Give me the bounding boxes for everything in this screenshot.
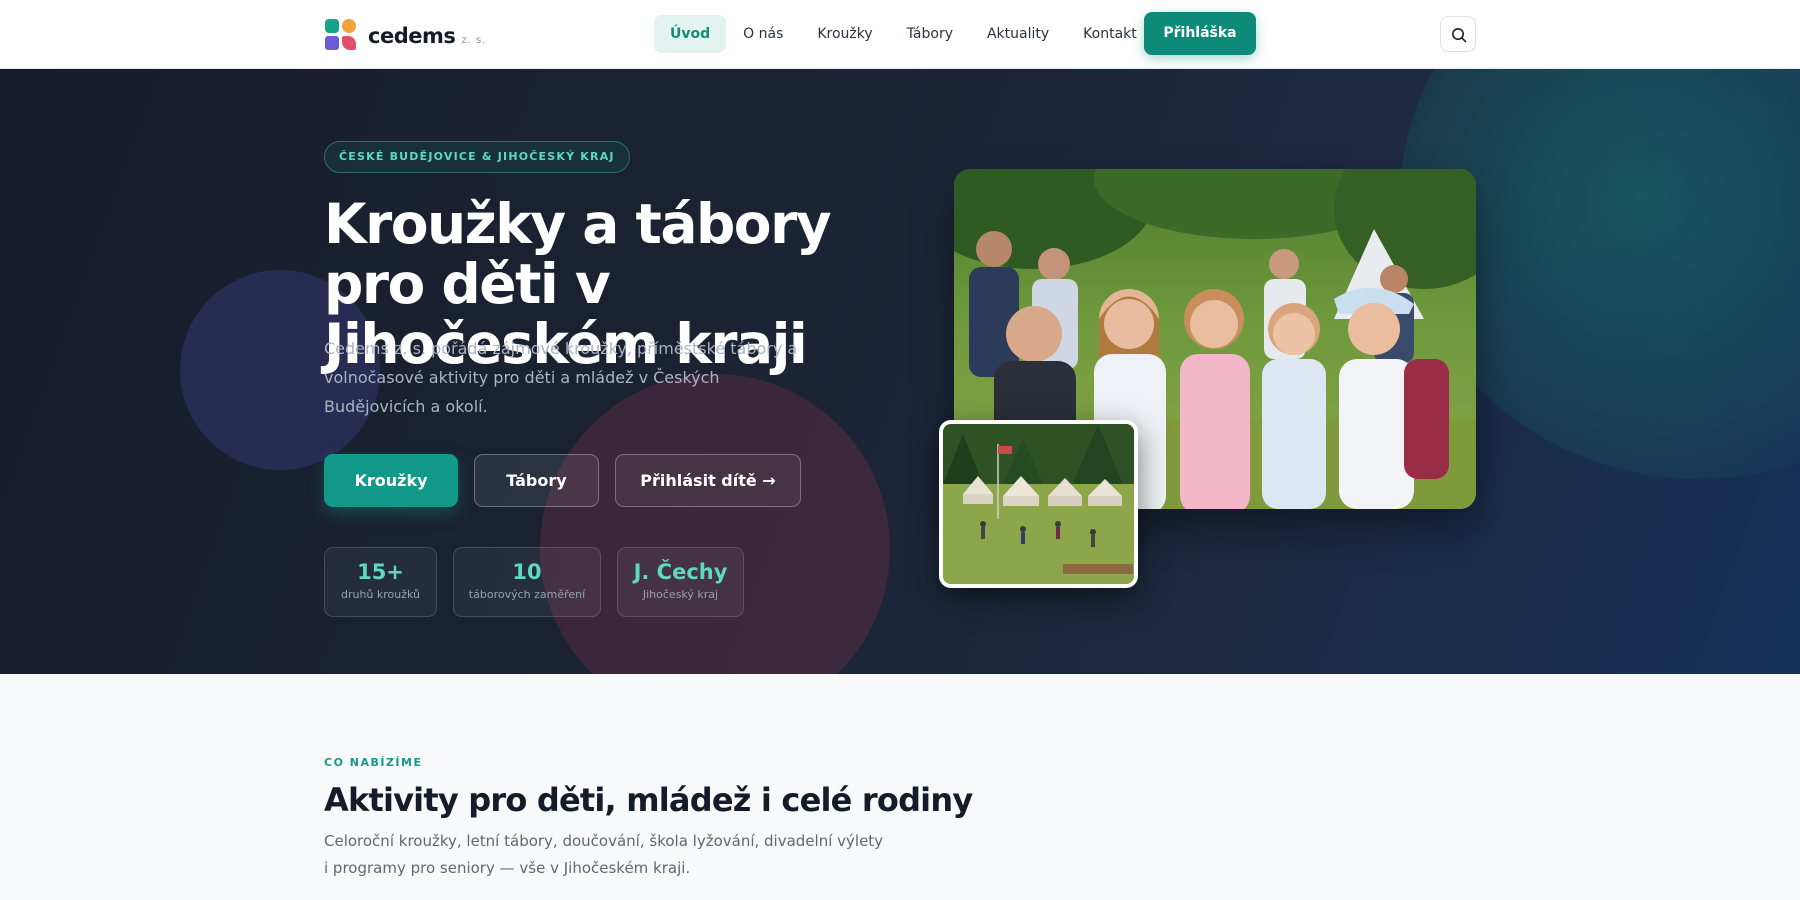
top-navigation: cedems z. s. Úvod O nás Kroužky Tábory A… — [0, 0, 1800, 69]
section-title: Aktivity pro děti, mládež i celé rodiny — [324, 781, 973, 819]
krouzky-button[interactable]: Kroužky — [324, 454, 458, 507]
stat-value: 10 — [512, 560, 542, 584]
stat-value: 15+ — [357, 560, 404, 584]
nav-item-kontakt[interactable]: Kontakt — [1066, 15, 1154, 53]
nav-item-tabory[interactable]: Tábory — [890, 15, 970, 53]
logo-mark-icon — [325, 19, 356, 50]
section-eyebrow: CO NABÍZÍME — [324, 756, 423, 769]
prihlasit-dite-button[interactable]: Přihlásit dítě → — [615, 454, 801, 507]
nav-item-o-nas[interactable]: O nás — [726, 15, 800, 53]
search-icon — [1452, 28, 1467, 43]
hero-section: ČESKÉ BUDĚJOVICE & JIHOČESKÝ KRAJ Kroužk… — [0, 69, 1800, 674]
hero-description: Cedems z. s. pořádá zájmové kroužky, pří… — [324, 339, 798, 416]
prihlaska-button[interactable]: Přihláška — [1144, 12, 1256, 55]
section-description: Celoroční kroužky, letní tábory, doučová… — [324, 832, 884, 877]
stat-label: druhů kroužků — [340, 588, 421, 601]
tabory-button[interactable]: Tábory — [474, 454, 599, 507]
stat-label: Jihočeský kraj — [642, 588, 719, 601]
stat-card: J. Čechy Jihočeský kraj — [617, 547, 744, 617]
brand-suffix: z. s. — [461, 35, 487, 46]
nav-item-uvod[interactable]: Úvod — [654, 15, 727, 53]
stat-card: 10 táborových zaměření — [453, 547, 601, 617]
hero-photo-camp-tents — [939, 420, 1138, 588]
nav-item-krouzky[interactable]: Kroužky — [800, 15, 889, 53]
nav-item-aktuality[interactable]: Aktuality — [970, 15, 1066, 53]
search-button[interactable] — [1440, 16, 1476, 52]
brand-name: cedems — [368, 24, 456, 48]
main-menu: Úvod O nás Kroužky Tábory Aktuality Kont… — [654, 15, 1154, 53]
location-badge: ČESKÉ BUDĚJOVICE & JIHOČESKÝ KRAJ — [324, 141, 630, 173]
brand-logo[interactable]: cedems z. s. — [325, 19, 486, 50]
stat-label: táborových zaměření — [468, 588, 586, 601]
stat-value: J. Čechy — [633, 560, 728, 584]
stat-card: 15+ druhů kroužků — [324, 547, 437, 617]
